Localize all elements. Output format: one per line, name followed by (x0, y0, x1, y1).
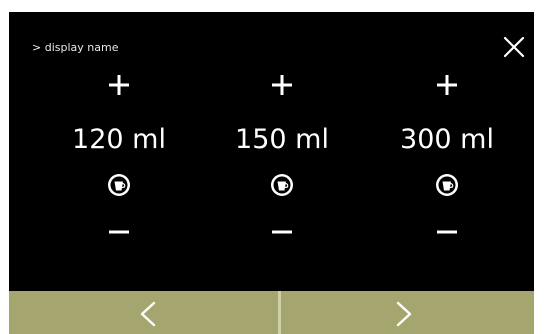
increase-button[interactable] (432, 70, 462, 100)
decrease-button[interactable] (104, 217, 134, 247)
increase-button[interactable] (267, 70, 297, 100)
plus-icon (437, 75, 457, 95)
plus-icon (109, 75, 129, 95)
chevron-left-icon (140, 301, 156, 327)
increase-button[interactable] (104, 70, 134, 100)
minus-icon (437, 230, 457, 234)
close-icon (503, 36, 525, 58)
minus-icon (272, 230, 292, 234)
volume-column-2: 150 ml (207, 67, 357, 257)
cup-icon (270, 173, 294, 197)
decrease-button[interactable] (432, 217, 462, 247)
screen: > display name 120 ml 150 ml 300 ml (9, 12, 534, 334)
volume-value: 150 ml (235, 124, 329, 155)
navigation-bar (9, 291, 534, 334)
previous-button[interactable] (9, 291, 278, 334)
cup-icon (107, 173, 131, 197)
volume-column-3: 300 ml (372, 67, 522, 257)
plus-icon (272, 75, 292, 95)
decrease-button[interactable] (267, 217, 297, 247)
volume-value: 300 ml (400, 124, 494, 155)
chevron-right-icon (396, 301, 412, 327)
breadcrumb: > display name (32, 41, 119, 54)
volume-value: 120 ml (72, 124, 166, 155)
minus-icon (109, 230, 129, 234)
cup-icon (435, 173, 459, 197)
close-button[interactable] (501, 34, 527, 60)
volume-column-1: 120 ml (44, 67, 194, 257)
next-button[interactable] (281, 291, 534, 334)
